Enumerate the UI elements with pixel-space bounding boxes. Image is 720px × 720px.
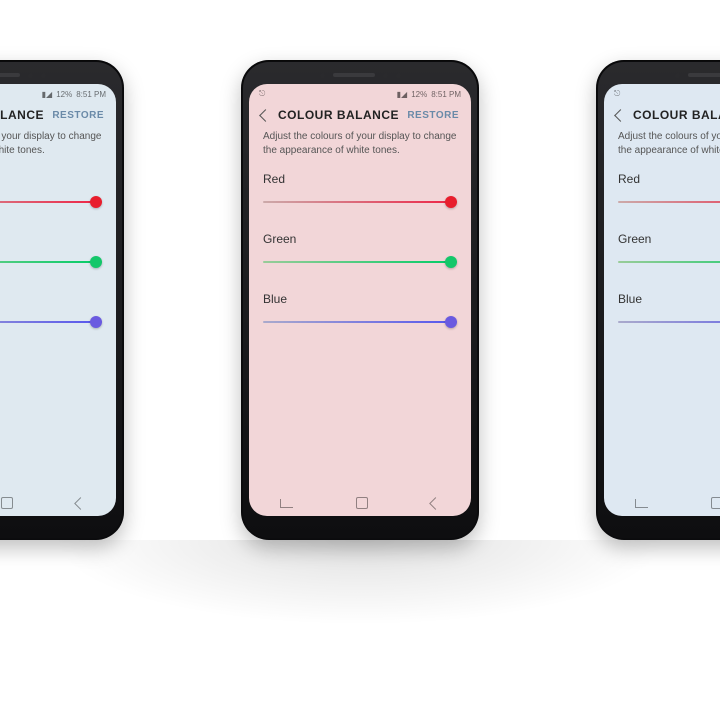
battery-percent: 12% <box>411 90 427 99</box>
red-slider-group: Red <box>249 168 471 228</box>
shadow <box>0 540 720 640</box>
green-slider-group: Green <box>604 228 720 288</box>
nav-back-icon[interactable] <box>74 497 87 510</box>
nav-bar <box>604 490 720 516</box>
screen: ⎋ ▮◢ 12% 8:51 PM COLOUR BALANCE RESTORE … <box>0 84 116 516</box>
status-bar: ⎋ ▮◢ 12% 8:51 PM <box>0 84 116 104</box>
signal-icon: ▮◢ <box>42 90 53 99</box>
clock: 8:51 PM <box>431 90 461 99</box>
blue-slider-group: Blue <box>249 288 471 348</box>
nav-back-icon[interactable] <box>429 497 442 510</box>
blue-slider[interactable] <box>0 314 102 330</box>
nav-bar <box>0 490 116 516</box>
screen: ⎋ ▮◢ 12% 8:51 PM COLOUR BALANCE RESTORE … <box>249 84 471 516</box>
green-slider[interactable] <box>263 254 457 270</box>
green-slider-group: Green <box>0 228 116 288</box>
comparison-photo: ⎋ ▮◢ 12% 8:51 PM COLOUR BALANCE RESTORE … <box>0 0 720 720</box>
home-icon[interactable] <box>711 497 720 509</box>
slider-label-red: Red <box>263 172 457 186</box>
restore-button[interactable]: RESTORE <box>407 110 459 121</box>
red-slider[interactable] <box>0 194 102 210</box>
slider-label-red: Red <box>0 172 102 186</box>
phone-right: ⎋ ▮◢ 12% 8:51 PM COLOUR BALANCE RESTORE … <box>596 60 720 540</box>
description-text: Adjust the colours of your display to ch… <box>604 130 720 168</box>
status-left-icon: ⎋ <box>614 89 620 99</box>
back-icon[interactable] <box>259 109 272 122</box>
nav-bar <box>249 490 471 516</box>
description-text: Adjust the colours of your display to ch… <box>0 130 116 168</box>
settings-header: COLOUR BALANCE RESTORE <box>249 104 471 130</box>
screen: ⎋ ▮◢ 12% 8:51 PM COLOUR BALANCE RESTORE … <box>604 84 720 516</box>
status-left-icon: ⎋ <box>259 89 265 99</box>
blue-slider-group: Blue <box>604 288 720 348</box>
slider-label-green: Green <box>0 232 102 246</box>
recents-icon[interactable] <box>635 499 648 508</box>
status-bar: ⎋ ▮◢ 12% 8:51 PM <box>249 84 471 104</box>
page-title: COLOUR BALANCE <box>0 108 44 122</box>
page-title: COLOUR BALANCE <box>278 108 399 122</box>
page-title: COLOUR BALANCE <box>633 108 720 122</box>
slider-label-red: Red <box>618 172 720 186</box>
settings-header: COLOUR BALANCE RESTORE <box>0 104 116 130</box>
back-icon[interactable] <box>614 109 627 122</box>
phone-sensors <box>596 70 720 80</box>
settings-header: COLOUR BALANCE RESTORE <box>604 104 720 130</box>
slider-label-green: Green <box>263 232 457 246</box>
description-text: Adjust the colours of your display to ch… <box>249 130 471 168</box>
slider-label-green: Green <box>618 232 720 246</box>
blue-slider[interactable] <box>618 314 720 330</box>
green-slider-group: Green <box>249 228 471 288</box>
phone-sensors <box>241 70 479 80</box>
recents-icon[interactable] <box>280 499 293 508</box>
red-slider-group: Red <box>604 168 720 228</box>
green-slider[interactable] <box>618 254 720 270</box>
red-slider[interactable] <box>618 194 720 210</box>
clock: 8:51 PM <box>76 90 106 99</box>
blue-slider[interactable] <box>263 314 457 330</box>
phone-center: ⎋ ▮◢ 12% 8:51 PM COLOUR BALANCE RESTORE … <box>241 60 479 540</box>
restore-button[interactable]: RESTORE <box>52 110 104 121</box>
slider-label-blue: Blue <box>618 292 720 306</box>
blue-slider-group: Blue <box>0 288 116 348</box>
phone-sensors <box>0 70 124 80</box>
red-slider-group: Red <box>0 168 116 228</box>
slider-label-blue: Blue <box>0 292 102 306</box>
red-slider[interactable] <box>263 194 457 210</box>
signal-icon: ▮◢ <box>397 90 408 99</box>
home-icon[interactable] <box>356 497 368 509</box>
battery-percent: 12% <box>56 90 72 99</box>
home-icon[interactable] <box>1 497 13 509</box>
status-bar: ⎋ ▮◢ 12% 8:51 PM <box>604 84 720 104</box>
slider-label-blue: Blue <box>263 292 457 306</box>
green-slider[interactable] <box>0 254 102 270</box>
phone-left: ⎋ ▮◢ 12% 8:51 PM COLOUR BALANCE RESTORE … <box>0 60 124 540</box>
